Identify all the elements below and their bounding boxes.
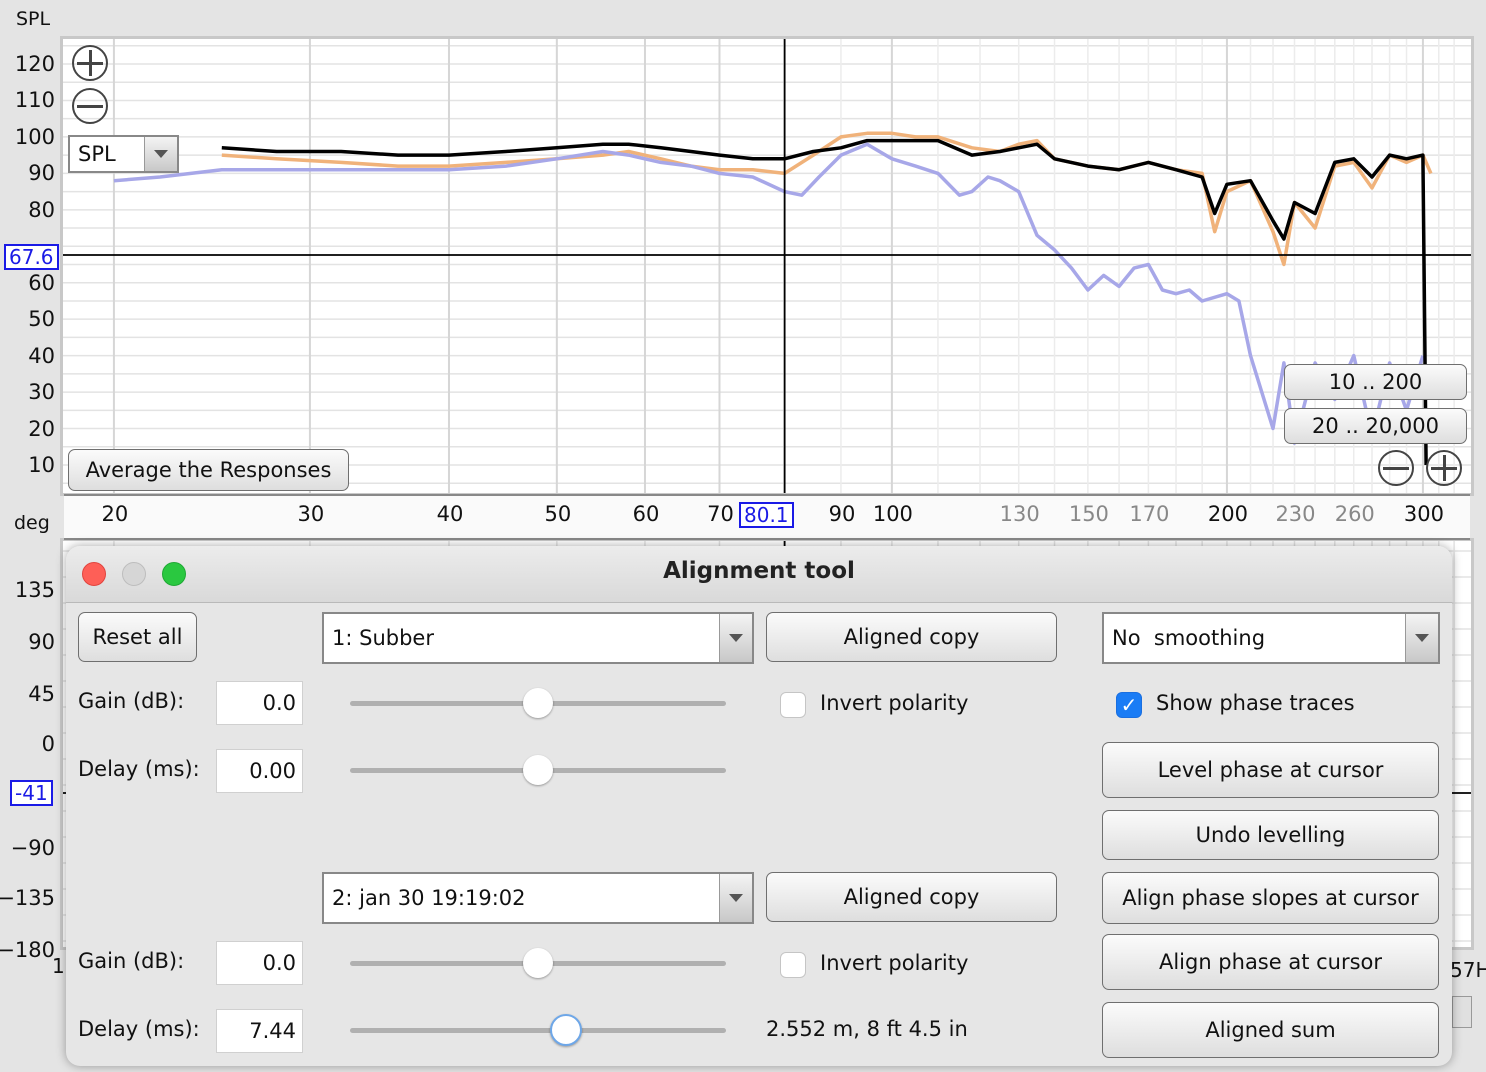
measurement-1-select[interactable]: 1: Subber (322, 612, 754, 664)
spl-plot-area[interactable] (60, 36, 1474, 496)
invert-polarity-2-label: Invert polarity (820, 951, 969, 975)
phase-axis-title: deg (14, 512, 50, 534)
trace-aligned-sum (221, 138, 1428, 466)
chevron-down-icon (1405, 614, 1438, 662)
gain-1-field[interactable]: 0.0 (216, 681, 303, 725)
frequency-tick-label: 90 (828, 502, 856, 526)
aligned-sum-button[interactable]: Aligned sum (1102, 1002, 1439, 1058)
zoom-in-vertical-icon[interactable] (72, 45, 108, 81)
spl-tick-label: 20 (28, 416, 55, 441)
frequency-tick-label: 70 (707, 502, 734, 526)
range-20-20000-button[interactable]: 20 .. 20,000 (1284, 408, 1467, 444)
align-phase-at-cursor-button[interactable]: Align phase at cursor (1102, 934, 1439, 990)
range-10-200-button[interactable]: 10 .. 200 (1284, 364, 1467, 400)
spl-chart (63, 39, 1471, 493)
phase-tick-label: 0 (41, 732, 55, 756)
frequency-tick-label: 130 (999, 502, 1040, 526)
gain-2-field[interactable]: 0.0 (216, 941, 303, 985)
phase-tick-label: −90 (10, 836, 55, 860)
spl-tick-label: 80 (28, 197, 55, 222)
frequency-tick-label: 100 (872, 502, 913, 526)
spl-tick-label: 40 (28, 343, 55, 368)
frequency-tick-label: 300 (1403, 502, 1444, 526)
spl-tick-label: 90 (28, 161, 55, 186)
invert-polarity-1-checkbox[interactable] (780, 692, 806, 718)
spl-tick-label: 110 (14, 88, 55, 113)
measurement-1-name: 1: Subber (332, 626, 434, 650)
dialog-title: Alignment tool (663, 558, 855, 584)
cursor-phase-readout: -41 (10, 780, 53, 806)
chevron-down-icon (719, 614, 752, 662)
delay-2-label: Delay (ms): (78, 1017, 200, 1041)
phase-tick-label: 135 (14, 578, 55, 602)
phase-tick-label: −180 (0, 938, 55, 962)
phase-tick-label: 90 (28, 630, 55, 654)
show-phase-traces-label: Show phase traces (1156, 691, 1355, 715)
phase-tick-label: −135 (0, 886, 55, 910)
delay-1-label: Delay (ms): (78, 757, 200, 781)
frequency-tick-label: 50 (544, 502, 572, 526)
aligned-copy-2-button[interactable]: Aligned copy (766, 872, 1057, 922)
spl-tick-label: 10 (28, 453, 55, 477)
smoothing-select[interactable]: No smoothing (1102, 612, 1440, 664)
undo-levelling-button[interactable]: Undo levelling (1102, 810, 1439, 860)
alignment-tool-dialog: Alignment tool Reset all 1: Subber Align… (66, 546, 1452, 1066)
frequency-tick-label: 30 (297, 502, 325, 526)
frequency-tick-label: 200 (1207, 502, 1248, 526)
zoom-in-horizontal-icon[interactable] (1426, 450, 1462, 486)
measurement-2-name: 2: jan 30 19:19:02 (332, 886, 526, 910)
frequency-tick-label: 170 (1129, 502, 1170, 526)
spl-axis-title: SPL (16, 8, 51, 30)
invert-polarity-2-checkbox[interactable] (780, 952, 806, 978)
zoom-out-horizontal-icon[interactable] (1378, 450, 1414, 486)
chevron-down-icon (719, 874, 752, 922)
spl-tick-label: 100 (14, 124, 55, 149)
level-phase-at-cursor-button[interactable]: Level phase at cursor (1102, 742, 1439, 798)
spl-tick-label: 60 (28, 270, 55, 295)
align-phase-slopes-button[interactable]: Align phase slopes at cursor (1102, 872, 1439, 924)
aligned-copy-1-button[interactable]: Aligned copy (766, 612, 1057, 662)
partial-axis-label-right: 57H (1450, 958, 1486, 982)
spl-tick-label: 30 (28, 380, 55, 405)
spl-select-value: SPL (78, 142, 116, 166)
gain-2-slider-knob[interactable] (523, 948, 553, 978)
trace-1-subber (221, 131, 1433, 267)
frequency-tick-label: 150 (1068, 502, 1109, 526)
cursor-spl-readout: 67.6 (4, 244, 59, 270)
zoom-out-vertical-icon[interactable] (72, 88, 108, 124)
delay-2-distance: 2.552 m, 8 ft 4.5 in (766, 1017, 968, 1041)
delay-2-field[interactable]: 7.44 (216, 1009, 303, 1053)
phase-tick-label: 45 (28, 682, 55, 706)
spl-select[interactable]: SPL (68, 135, 179, 173)
gain-1-slider-knob[interactable] (523, 688, 553, 718)
frequency-tick-label: 20 (101, 502, 129, 526)
delay-1-field[interactable]: 0.00 (216, 749, 303, 793)
measurement-2-select[interactable]: 2: jan 30 19:19:02 (322, 872, 754, 924)
delay-2-slider-track[interactable] (350, 1028, 726, 1033)
delay-1-slider-knob[interactable] (523, 755, 553, 785)
invert-polarity-1-label: Invert polarity (820, 691, 969, 715)
frequency-tick-label: 60 (632, 502, 660, 526)
spl-tick-label: 50 (28, 307, 55, 332)
spl-tick-label: 120 (14, 52, 55, 76)
reset-all-button[interactable]: Reset all (78, 612, 197, 662)
gain-2-label: Gain (dB): (78, 949, 185, 973)
frequency-tick-label: 260 (1334, 502, 1375, 526)
scroll-right-button[interactable] (1452, 996, 1472, 1028)
gain-1-label: Gain (dB): (78, 689, 185, 713)
dialog-titlebar[interactable]: Alignment tool (66, 546, 1452, 603)
delay-2-slider-knob[interactable] (550, 1014, 583, 1046)
frequency-tick-label: 230 (1275, 502, 1316, 526)
frequency-tick-label: 40 (436, 502, 464, 526)
chevron-down-icon (144, 137, 177, 171)
smoothing-value: No smoothing (1112, 626, 1266, 650)
partial-axis-label-left: 1 (52, 954, 65, 978)
average-responses-button[interactable]: Average the Responses (68, 449, 349, 491)
show-phase-traces-checkbox[interactable]: ✓ (1116, 692, 1142, 718)
cursor-frequency-readout: 80.1 (739, 502, 794, 528)
checkmark-icon: ✓ (1120, 693, 1138, 717)
